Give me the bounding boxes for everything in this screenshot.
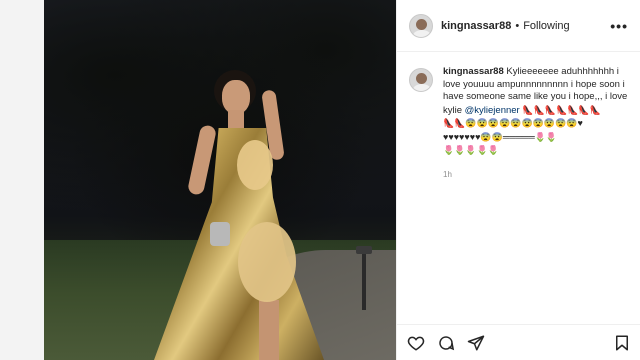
post-container: kingnassar88 • Following ••• kingnassar8…: [44, 0, 640, 360]
caption-emoji-line1: 👠👠👠👠👠👠👠: [522, 104, 601, 115]
caption-emoji-line4: 🌷🌷🌷🌷🌷: [443, 145, 500, 155]
photo-lamp-post: [362, 250, 366, 310]
censor-blur-top: [237, 140, 273, 190]
caption-text: kingnassar88 Kylieeeeeee aduhhhhhhh i lo…: [443, 66, 628, 158]
caption-emoji-line2: 👠👠😨😨😨😨😨😨😨😨😨😨♥: [443, 118, 583, 128]
comment-icon[interactable]: [437, 334, 455, 352]
photo-lamp-head: [356, 246, 372, 254]
share-icon[interactable]: [467, 334, 485, 352]
post-photo[interactable]: [44, 0, 396, 360]
post-header: kingnassar88 • Following •••: [397, 0, 640, 52]
post-sidebar: kingnassar88 • Following ••• kingnassar8…: [396, 0, 640, 360]
caption-emoji-line3: ♥♥♥♥♥♥♥😨😨═════🌷🌷: [443, 131, 558, 142]
caption-avatar[interactable]: [409, 68, 433, 92]
header-username[interactable]: kingnassar88: [441, 20, 511, 32]
photo-neck: [228, 110, 244, 128]
more-options-icon[interactable]: •••: [610, 18, 628, 34]
censor-blur-bottom: [238, 222, 296, 302]
following-button[interactable]: Following: [523, 20, 569, 32]
bookmark-icon[interactable]: [613, 334, 631, 352]
header-separator: •: [515, 19, 520, 32]
post-timestamp[interactable]: 1h: [443, 170, 640, 179]
caption-username[interactable]: kingnassar88: [443, 66, 504, 77]
caption: kingnassar88 Kylieeeeeee aduhhhhhhh i lo…: [397, 52, 640, 158]
photo-clutch: [210, 222, 230, 246]
avatar[interactable]: [409, 13, 433, 38]
photo-leg: [259, 300, 279, 360]
action-bar: [397, 324, 640, 360]
heart-icon[interactable]: [407, 334, 425, 352]
photo-face: [222, 80, 250, 114]
caption-mention[interactable]: @kyliejenner: [465, 105, 520, 116]
instagram-post-modal: kingnassar88 • Following ••• kingnassar8…: [0, 0, 640, 360]
